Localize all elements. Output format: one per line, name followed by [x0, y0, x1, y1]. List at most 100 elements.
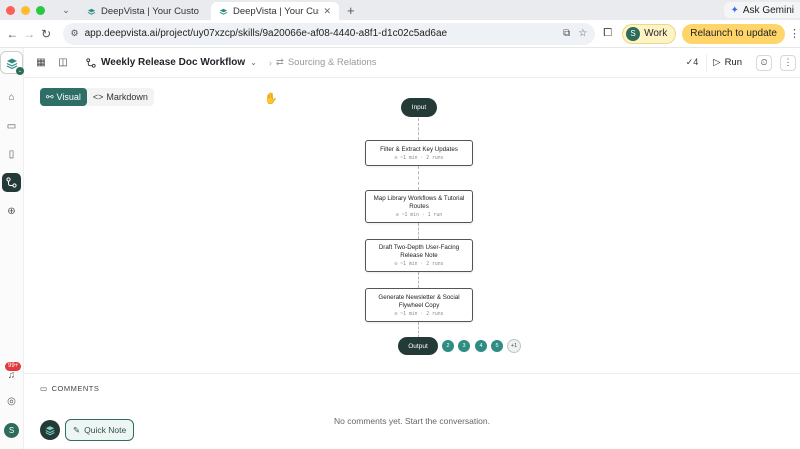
profile-avatar: S [626, 26, 641, 41]
bell-icon[interactable]: ♫ [2, 366, 21, 385]
app-sidebar: ⌄ ⌂ ▭ ▯ ⊕ 99+ ♫ ◎ S [0, 48, 24, 449]
workspace-switch-icon: ⌄ [16, 67, 24, 75]
relation-icon: ⇄ [275, 57, 284, 68]
gemini-spark-icon: ✦ [730, 4, 739, 16]
relaunch-button[interactable]: Relaunch to update [682, 23, 785, 44]
step-meta: ⊙ ~1 min · 2 runs [394, 155, 444, 161]
home-icon[interactable]: ⌂ [2, 88, 21, 107]
forward-arrow-icon[interactable]: → [21, 27, 38, 41]
step-title: Map Library Workflows & Tutorial Routes [373, 195, 465, 210]
compass-icon[interactable]: ⊕ [2, 202, 21, 221]
deepvista-favicon-icon [87, 8, 96, 15]
quick-note-label: Quick Note [84, 425, 127, 435]
window-controls [6, 5, 45, 15]
sidebar-toggle-icon[interactable]: ◫ [54, 54, 72, 72]
step-meta: ⊙ ~1 min · 1 run [395, 213, 443, 218]
user-avatar[interactable]: S [4, 423, 19, 438]
browser-tab-strip: ⌄ DeepVista | Your Customer Pl DeepVista… [0, 0, 800, 20]
version-chip[interactable]: 2 [441, 339, 455, 353]
view-toggle: ⚯ Visual <> Markdown [40, 88, 154, 106]
tab-title: DeepVista | Your Customer Pl [101, 5, 199, 17]
input-node[interactable]: Input [401, 98, 437, 117]
install-app-icon[interactable]: ⧉ [563, 28, 570, 39]
tab-title: DeepVista | Your Customer Pl [233, 5, 319, 17]
comments-heading: ▭ COMMENTS [40, 384, 99, 393]
grid-view-icon[interactable]: ▦ [32, 54, 50, 72]
version-chip[interactable]: 3 [457, 339, 471, 353]
edge-step1-step2 [418, 166, 419, 190]
more-versions-chip[interactable]: +1 [507, 339, 521, 353]
profile-button[interactable]: S Work [622, 23, 677, 44]
browser-menu-icon[interactable]: ⋮ [789, 27, 800, 40]
workflow-canvas[interactable]: ⚯ Visual <> Markdown ✋ Input Filter & Ex… [24, 78, 800, 373]
close-tab-icon[interactable]: ✕ [323, 6, 331, 17]
workflow-icon[interactable] [2, 173, 21, 192]
site-info-icon[interactable]: ⚙ [71, 28, 79, 39]
edge-input-step1 [418, 118, 419, 140]
version-chip[interactable]: 4 [474, 339, 488, 353]
edge-step4-output [418, 322, 419, 338]
maximize-window-button[interactable] [36, 5, 45, 15]
layers-logo-icon [45, 426, 55, 436]
step-meta: ⊙ ~1 min · 2 runs [394, 262, 444, 267]
visual-view-button[interactable]: ⚯ Visual [40, 88, 87, 106]
comments-empty-state: No comments yet. Start the conversation. [334, 416, 490, 426]
workspace-logo[interactable]: ⌄ [0, 51, 24, 75]
book-icon[interactable]: ▯ [2, 145, 21, 164]
ask-gemini-label: Ask Gemini [742, 4, 794, 16]
code-icon: <> [92, 92, 104, 102]
browser-tab-1[interactable]: DeepVista | Your Customer Pl [79, 2, 207, 20]
browser-toolbar: ← → ↻ ⚙ app.deepvista.ai/project/uy07xzc… [0, 20, 800, 48]
quick-note-button[interactable]: ✎ Quick Note [65, 419, 135, 441]
header-actions: ✓4 ▷ Run ⏲ ⋮ [686, 53, 800, 72]
edge-step2-step3 [418, 223, 419, 239]
step-meta: ⊙ ~1 min · 2 runs [394, 311, 444, 317]
schedule-icon[interactable]: ⏲ [756, 54, 772, 71]
step-node-4[interactable]: Generate Newsletter & Social Flywheel Co… [365, 288, 473, 322]
close-window-button[interactable] [6, 5, 15, 15]
visual-label: Visual [56, 92, 81, 102]
reload-icon[interactable]: ↻ [38, 27, 55, 41]
grab-cursor-icon: ✋ [264, 93, 278, 105]
workflow-icon: ⚯ [46, 91, 54, 102]
browser-tab-2[interactable]: DeepVista | Your Customer Pl ✕ [211, 2, 339, 20]
url-text: app.deepvista.ai/project/uy07xzcp/skills… [84, 28, 448, 39]
breadcrumb-sourcing[interactable]: ⇄ Sourcing & Relations [276, 57, 377, 68]
assistant-logo-button[interactable] [40, 420, 60, 440]
ask-gemini-button[interactable]: ✦ Ask Gemini [724, 2, 800, 18]
chevron-down-icon: ⌄ [250, 58, 257, 67]
app-window: ⌄ DeepVista | Your Customer Pl DeepVista… [0, 0, 800, 449]
bookmark-star-icon[interactable]: ☆ [578, 28, 587, 39]
step-node-1[interactable]: Filter & Extract Key Updates ⊙ ~1 min · … [365, 140, 473, 166]
workflow-icon [86, 57, 96, 68]
deepvista-favicon-icon [219, 8, 228, 15]
chevron-right-icon: › [268, 57, 272, 68]
version-chip[interactable]: 5 [490, 339, 504, 353]
workflow-title-dropdown[interactable]: Weekly Release Doc Workflow ⌄ [86, 57, 257, 68]
step-node-3[interactable]: Draft Two-Depth User-Facing Release Note… [365, 239, 473, 272]
globe-icon[interactable]: ◎ [2, 392, 21, 411]
workflow-glyph-icon [6, 177, 17, 188]
minimize-window-button[interactable] [21, 5, 30, 15]
profile-label: Work [644, 28, 668, 39]
breadcrumb-label: Sourcing & Relations [287, 57, 377, 68]
comments-heading-label: COMMENTS [51, 384, 100, 393]
checks-count[interactable]: ✓4 [686, 57, 699, 68]
more-options-icon[interactable]: ⋮ [780, 54, 796, 71]
new-tab-icon[interactable]: + [347, 3, 355, 18]
checks-count-value: 4 [693, 57, 699, 67]
comments-panel: ▭ COMMENTS No comments yet. Start the co… [24, 373, 800, 449]
extensions-puzzle-icon[interactable]: ⧠ [603, 27, 612, 40]
tab-search-icon[interactable]: ⌄ [59, 3, 73, 17]
output-node[interactable]: Output [398, 337, 438, 355]
address-bar[interactable]: ⚙ app.deepvista.ai/project/uy07xzcp/skil… [62, 22, 596, 45]
run-label: Run [724, 57, 742, 68]
run-button[interactable]: ▷ Run [706, 53, 748, 72]
chat-icon[interactable]: ▭ [2, 117, 21, 136]
back-arrow-icon[interactable]: ← [4, 27, 21, 41]
markdown-view-button[interactable]: <> Markdown [87, 88, 154, 106]
step-title: Generate Newsletter & Social Flywheel Co… [378, 293, 460, 309]
note-edit-icon: ✎ [73, 424, 81, 435]
step-node-2[interactable]: Map Library Workflows & Tutorial Routes … [365, 190, 473, 223]
comment-icon: ▭ [40, 384, 48, 393]
